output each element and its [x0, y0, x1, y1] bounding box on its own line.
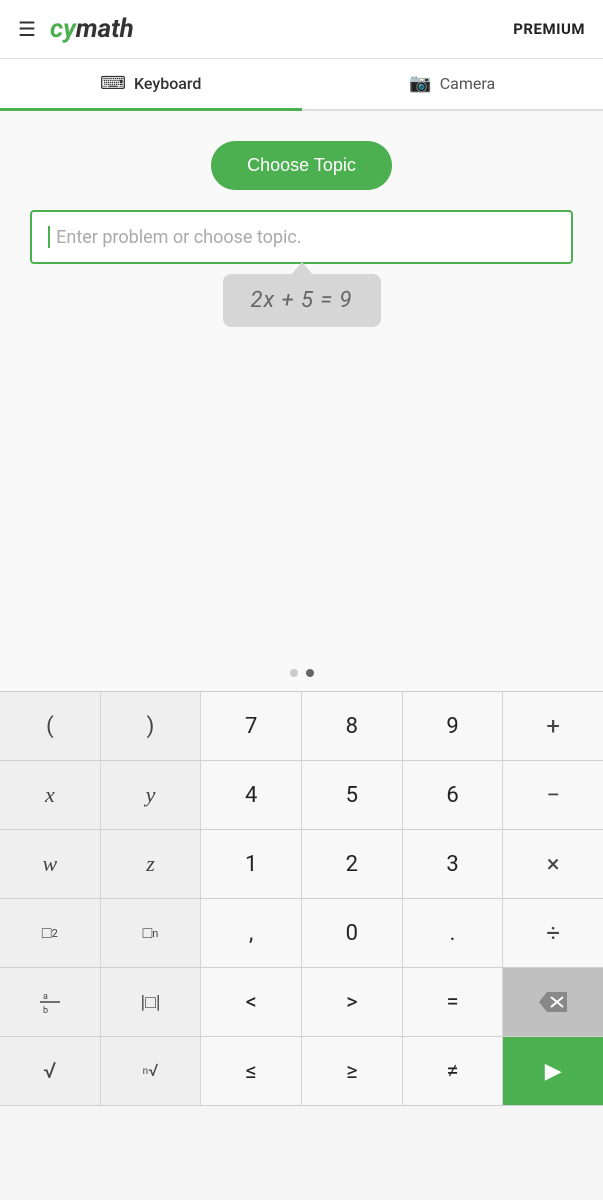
- tab-camera-label: Camera: [440, 74, 495, 93]
- math-keyboard: ( ) 7 8 9 + x y 4 5 6 − w z 1 2 3 × □2 □…: [0, 691, 603, 1106]
- keyboard-row-1: ( ) 7 8 9 +: [0, 692, 603, 761]
- logo-cy: cy: [50, 14, 76, 44]
- key-1[interactable]: 1: [201, 830, 302, 898]
- key-neq[interactable]: ≠: [403, 1037, 504, 1105]
- keyboard-row-5: a b |□| < > =: [0, 968, 603, 1037]
- main-content: Choose Topic Enter problem or choose top…: [0, 111, 603, 691]
- keyboard-row-2: x y 4 5 6 −: [0, 761, 603, 830]
- key-z[interactable]: z: [101, 830, 202, 898]
- key-power[interactable]: □n: [101, 899, 202, 967]
- app-logo: cymath: [50, 14, 134, 44]
- key-w[interactable]: w: [0, 830, 101, 898]
- key-open-paren[interactable]: (: [0, 692, 101, 760]
- key-plus[interactable]: +: [503, 692, 603, 760]
- key-x[interactable]: x: [0, 761, 101, 829]
- key-0[interactable]: 0: [302, 899, 403, 967]
- key-y[interactable]: y: [101, 761, 202, 829]
- dot-2: [306, 669, 314, 677]
- key-minus[interactable]: −: [503, 761, 603, 829]
- logo-math: math: [76, 14, 134, 44]
- dot-1: [290, 669, 298, 677]
- pagination-dots: [0, 655, 603, 691]
- key-sqrt[interactable]: √: [0, 1037, 101, 1105]
- key-geq[interactable]: ≥: [302, 1037, 403, 1105]
- menu-icon[interactable]: ☰: [18, 17, 36, 41]
- choose-topic-button[interactable]: Choose Topic: [211, 141, 392, 190]
- premium-badge: PREMIUM: [513, 20, 585, 38]
- tab-keyboard[interactable]: ⌨ Keyboard: [0, 59, 302, 111]
- input-placeholder-text: Enter problem or choose topic.: [56, 227, 301, 248]
- key-3[interactable]: 3: [403, 830, 504, 898]
- fraction-icon: a b: [36, 988, 64, 1016]
- key-nroot[interactable]: n√: [101, 1037, 202, 1105]
- backspace-icon: [539, 992, 567, 1012]
- key-less-than[interactable]: <: [201, 968, 302, 1036]
- key-2[interactable]: 2: [302, 830, 403, 898]
- key-9[interactable]: 9: [403, 692, 504, 760]
- tab-bar: ⌨ Keyboard 📷 Camera: [0, 59, 603, 111]
- key-4[interactable]: 4: [201, 761, 302, 829]
- key-close-paren[interactable]: ): [101, 692, 202, 760]
- key-multiply[interactable]: ×: [503, 830, 603, 898]
- tab-keyboard-label: Keyboard: [134, 74, 201, 93]
- key-5[interactable]: 5: [302, 761, 403, 829]
- key-go[interactable]: ▶: [503, 1037, 603, 1105]
- input-cursor: [48, 226, 50, 248]
- camera-icon: 📷: [409, 73, 431, 94]
- keyboard-row-6: √ n√ ≤ ≥ ≠ ▶: [0, 1037, 603, 1106]
- problem-input[interactable]: Enter problem or choose topic.: [30, 210, 573, 264]
- svg-text:a: a: [43, 992, 48, 1002]
- tab-camera[interactable]: 📷 Camera: [302, 59, 603, 111]
- key-backspace[interactable]: [503, 968, 603, 1036]
- app-header: ☰ cymath PREMIUM: [0, 0, 603, 59]
- key-decimal[interactable]: .: [403, 899, 504, 967]
- key-fraction[interactable]: a b: [0, 968, 101, 1036]
- key-6[interactable]: 6: [403, 761, 504, 829]
- keyboard-row-3: w z 1 2 3 ×: [0, 830, 603, 899]
- key-equals[interactable]: =: [403, 968, 504, 1036]
- key-7[interactable]: 7: [201, 692, 302, 760]
- key-divide[interactable]: ÷: [503, 899, 603, 967]
- key-8[interactable]: 8: [302, 692, 403, 760]
- key-leq[interactable]: ≤: [201, 1037, 302, 1105]
- key-abs[interactable]: |□|: [101, 968, 202, 1036]
- math-suggestion-bubble: 2x + 5 = 9: [223, 274, 381, 327]
- svg-text:b: b: [43, 1006, 48, 1016]
- key-comma[interactable]: ,: [201, 899, 302, 967]
- keyboard-row-4: □2 □n , 0 . ÷: [0, 899, 603, 968]
- key-square[interactable]: □2: [0, 899, 101, 967]
- math-example-text: 2x + 5 = 9: [251, 288, 353, 313]
- key-greater-than[interactable]: >: [302, 968, 403, 1036]
- header-left: ☰ cymath: [18, 14, 134, 44]
- keyboard-icon: ⌨: [100, 73, 126, 94]
